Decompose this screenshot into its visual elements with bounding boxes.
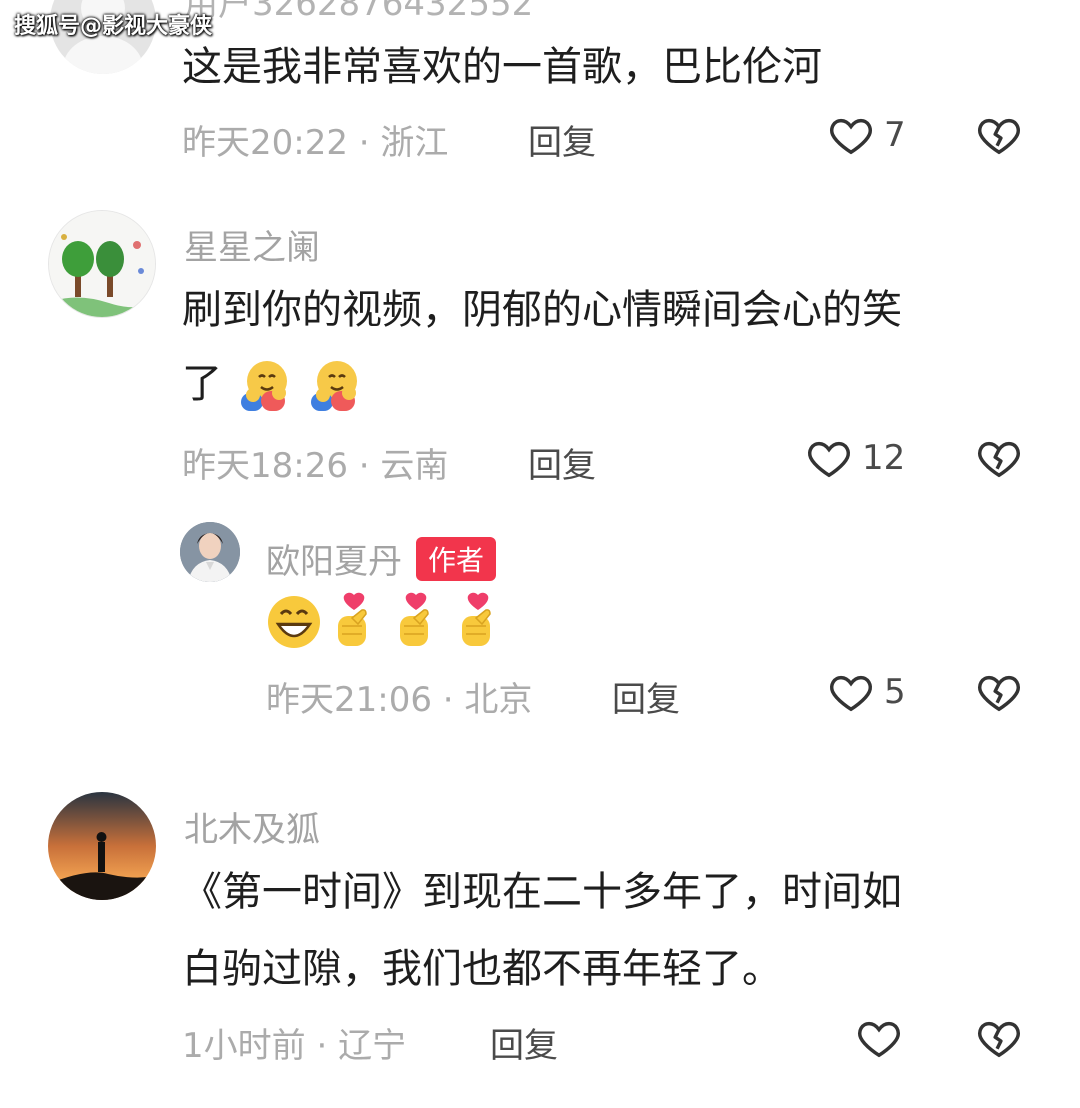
comment-text-line2: 白驹过隙，我们也都不再年轻了。 [182,946,782,992]
like-button[interactable] [828,112,874,158]
avatar[interactable] [48,792,156,900]
comment-time: 昨天20:22 · 浙江 [182,115,448,164]
comment-text-line1: 刷到你的视频，阴郁的心情瞬间会心的笑 [182,287,902,333]
comment-time-text: 昨天21:06 [266,680,432,720]
like-button[interactable] [856,1015,902,1061]
separator: · [442,680,454,720]
finger-heart-emoji [400,592,429,646]
finger-heart-emoji [462,592,491,646]
hugging-face-emoji [240,361,287,411]
separator: · [358,446,370,486]
avatar[interactable] [180,522,240,582]
dislike-button[interactable] [976,435,1022,481]
finger-heart-emoji [338,592,367,646]
dislike-button[interactable] [976,112,1022,158]
reply-header: 欧阳夏丹 作者 [266,534,497,583]
comment-username[interactable]: 用户3262876432552 [184,0,533,25]
comment-text-line2-text: 了 [182,361,222,407]
heart-icon [830,118,872,155]
comment-text: 这是我非常喜欢的一首歌，巴比伦河 [182,44,822,90]
broken-heart-icon [978,1021,1020,1058]
comment-time-text: 昨天18:26 [182,446,348,486]
comment-time: 昨天18:26 · 云南 [182,438,448,487]
separator: · [316,1026,328,1066]
comment-time-text: 1小时前 [182,1026,306,1066]
avatar[interactable] [48,210,156,318]
person-photo-avatar-icon [180,522,240,582]
reply-button[interactable]: 回复 [528,115,596,164]
sunset-silhouette-avatar-icon [48,792,156,900]
hugging-face-emoji [311,361,358,411]
grinning-face-emoji [268,596,320,648]
heart-icon [830,675,872,712]
comment-username[interactable]: 星星之阑 [184,220,320,269]
watermark-text: 搜狐号@影视大豪侠 [14,14,213,39]
reply-emojis [264,592,510,652]
comment-text-line2: 了 [182,347,363,421]
broken-heart-icon [978,441,1020,478]
reply-button[interactable]: 回复 [612,672,680,721]
broken-heart-icon [978,118,1020,155]
broken-heart-icon [978,675,1020,712]
reply-button[interactable]: 回复 [528,438,596,487]
dislike-button[interactable] [976,669,1022,715]
heart-icon [858,1021,900,1058]
comment-time: 昨天21:06 · 北京 [266,672,532,721]
tree-drawing-avatar-icon [49,211,155,317]
comment-time: 1小时前 · 辽宁 [182,1018,406,1067]
comment-location: 辽宁 [338,1026,407,1066]
like-button[interactable] [806,435,852,481]
like-count: 5 [884,672,906,712]
separator: · [358,123,370,163]
comment-location: 浙江 [380,123,449,163]
comment-text-line1: 《第一时间》到现在二十多年了，时间如 [182,869,902,915]
like-button[interactable] [828,669,874,715]
author-badge: 作者 [416,536,497,581]
heart-icon [808,441,850,478]
comment-username[interactable]: 欧阳夏丹 [266,534,402,583]
like-count: 7 [884,115,906,155]
comment-location: 云南 [380,446,449,486]
comment-username[interactable]: 北木及狐 [184,802,320,851]
like-count: 12 [862,438,906,478]
comment-time-text: 昨天20:22 [182,123,348,163]
reply-button[interactable]: 回复 [490,1018,558,1067]
dislike-button[interactable] [976,1015,1022,1061]
comment-location: 北京 [464,680,533,720]
